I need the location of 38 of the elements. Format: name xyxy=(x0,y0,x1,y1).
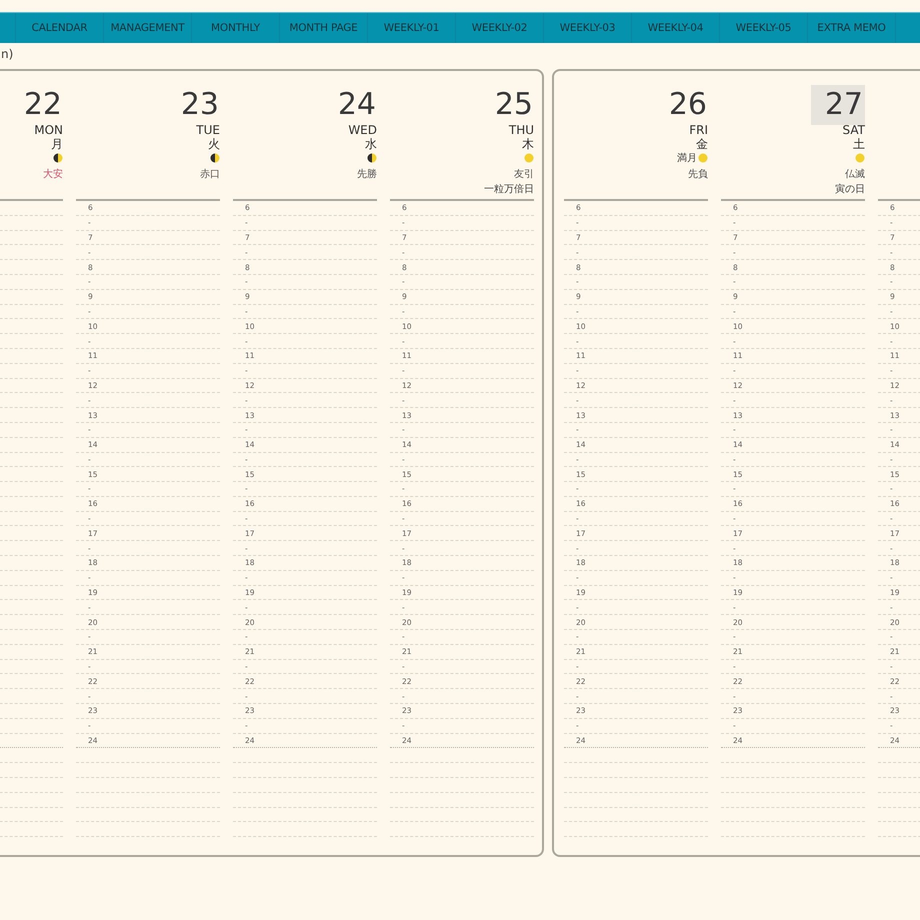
nav-tab[interactable]: CALENDAR xyxy=(15,13,103,43)
day-number: 27 xyxy=(810,85,865,125)
weekday-kanji: 火 xyxy=(208,137,220,151)
day-number: 22 xyxy=(22,87,63,123)
rokuyo-label: 先負 xyxy=(688,168,708,182)
rokuyo-label: 友引 xyxy=(514,168,534,182)
nav-tab[interactable]: MONTHLY xyxy=(191,13,279,43)
nav-tab[interactable]: WEEKLY-03 xyxy=(543,13,631,43)
nav-tab[interactable]: MONTH PAGE xyxy=(279,13,367,43)
rokuyo-label: 先勝 xyxy=(357,168,377,182)
weekday-label: MON xyxy=(34,123,63,137)
lucky-day-label: 一粒万倍日 xyxy=(484,183,534,197)
day-number: 26 xyxy=(668,87,708,123)
weekday-label: TUE xyxy=(196,123,220,137)
rokuyo-label: 仏滅 xyxy=(845,168,865,182)
weekday-label: THU xyxy=(508,123,534,137)
weekday-label: WED xyxy=(348,123,377,137)
weekday-kanji: 金 xyxy=(696,137,708,151)
day-number: 25 xyxy=(494,87,534,123)
moon-phase-label: 満月 xyxy=(677,152,697,165)
page-title-fragment: n) xyxy=(0,46,14,63)
weekday-kanji: 木 xyxy=(522,137,534,151)
weekday-kanji: 水 xyxy=(365,137,377,151)
lucky-day-label: 寅の日 xyxy=(835,183,865,197)
nav-tab[interactable]: WEEKLY-05 xyxy=(719,13,807,43)
weekday-kanji: 月 xyxy=(51,137,63,151)
nav-tab[interactable]: WEEKLY-04 xyxy=(631,13,719,43)
weekday-label: FRI xyxy=(689,123,708,137)
weekday-label: SAT xyxy=(842,123,865,137)
nav-tab[interactable]: WEEKLY-02 xyxy=(455,13,543,43)
day-number: 24 xyxy=(336,87,377,123)
rokuyo-label: 大安 xyxy=(43,168,63,182)
day-number: 23 xyxy=(180,87,220,123)
weekday-kanji: 土 xyxy=(853,137,865,151)
rokuyo-label: 赤口 xyxy=(200,168,220,182)
nav-tab[interactable]: MANAGEMENT xyxy=(103,13,191,43)
nav-tab[interactable]: WEEKLY-01 xyxy=(367,13,455,43)
nav-tab[interactable]: EXTRA MEMO xyxy=(807,13,895,43)
